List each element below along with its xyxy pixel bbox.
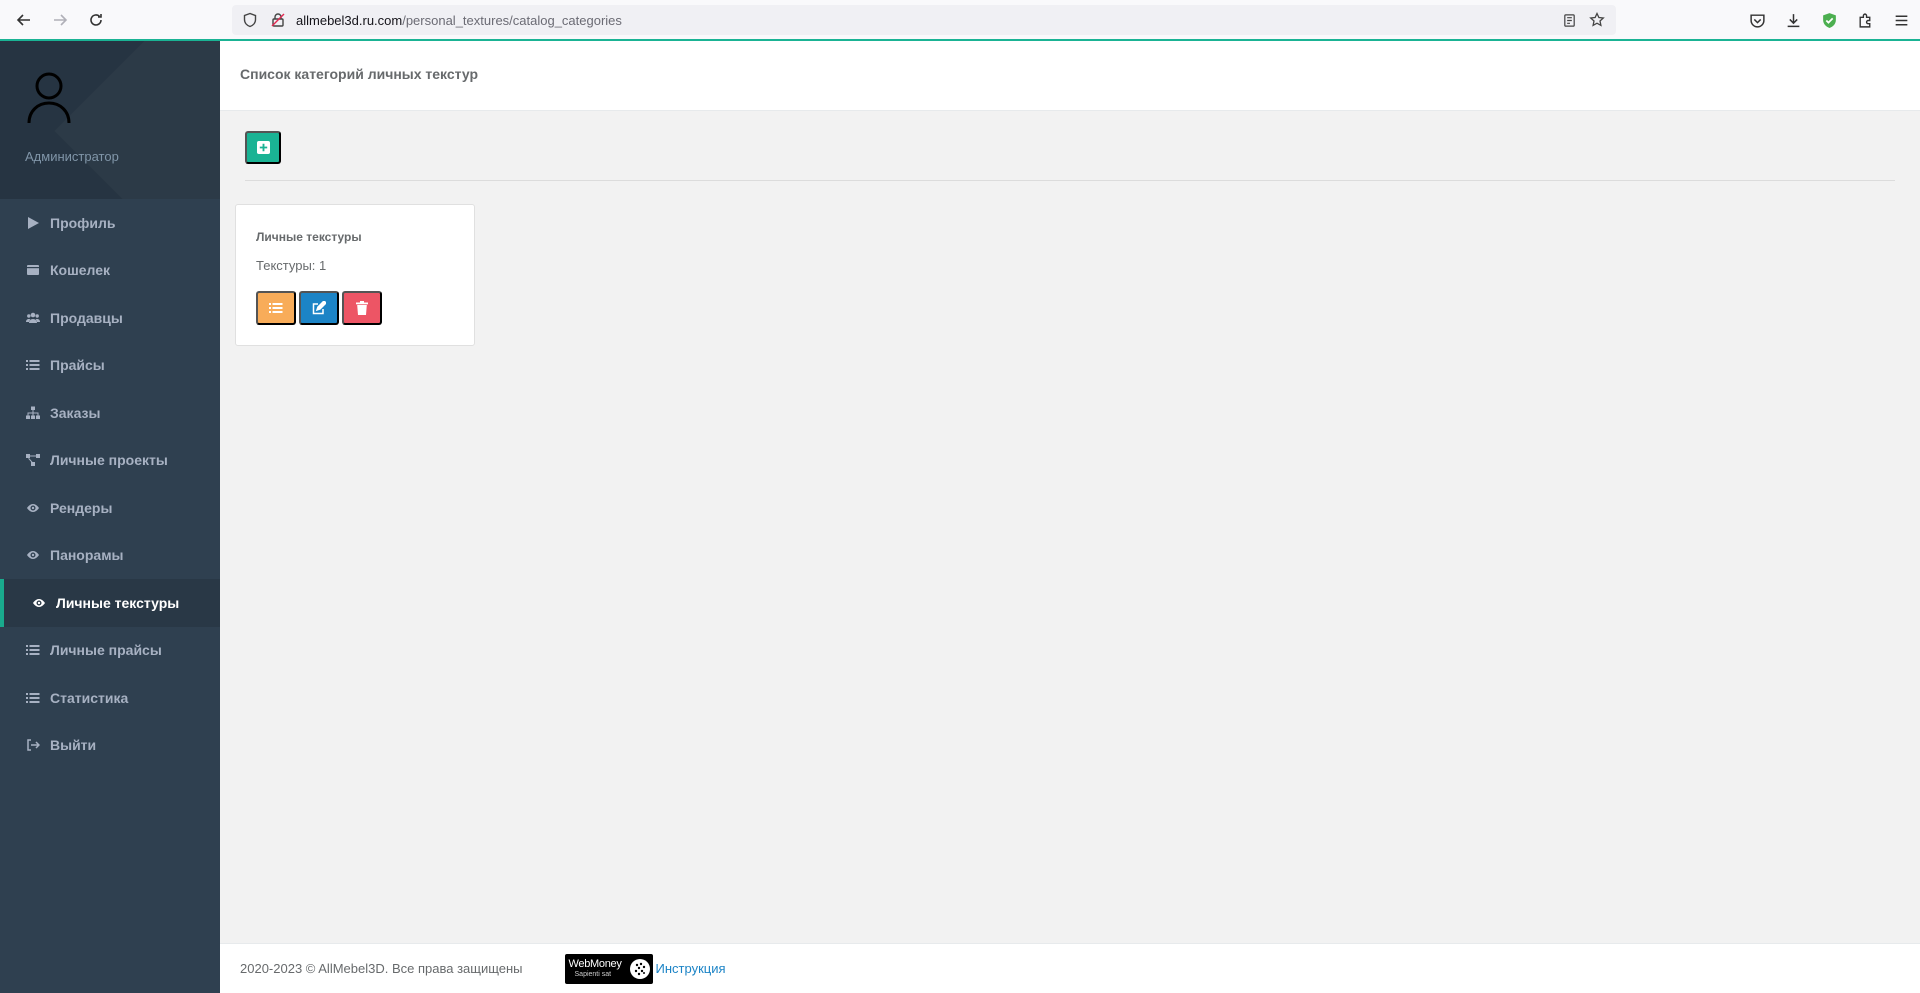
copyright-text: 2020-2023 © AllMebel3D. Все права защище…: [240, 961, 523, 976]
sidebar-item-label: Кошелек: [50, 262, 111, 279]
sidebar-item-label: Прайсы: [50, 357, 105, 374]
webmoney-subtitle: Sapienti sat: [574, 971, 612, 978]
url-bar[interactable]: allmebel3d.ru.com/personal_textures/cata…: [232, 5, 1616, 35]
profile-background-shape: [54, 41, 220, 199]
users-icon: [25, 311, 41, 325]
sidebar-item-label: Личные проекты: [50, 452, 168, 469]
sidebar-item-orders[interactable]: Заказы: [0, 389, 220, 437]
delete-button[interactable]: [342, 291, 382, 325]
sidebar-item-profile[interactable]: Профиль: [0, 199, 220, 247]
sidebar-item-wallet[interactable]: Кошелек: [0, 247, 220, 295]
sidebar-item-label: Продавцы: [50, 309, 123, 326]
url-host: allmebel3d.ru.com: [296, 12, 403, 28]
sidebar-item-label: Личные прайсы: [50, 642, 162, 659]
browser-toolbar: allmebel3d.ru.com/personal_textures/cata…: [0, 0, 1920, 40]
sidebar-item-label: Статистика: [50, 689, 129, 706]
sidebar-item-prices[interactable]: Прайсы: [0, 342, 220, 390]
footer: 2020-2023 © AllMebel3D. Все права защище…: [220, 943, 1920, 993]
edit-icon: [312, 301, 326, 315]
list-icon: [269, 301, 283, 315]
play-icon: [25, 216, 41, 230]
reload-icon[interactable]: [84, 8, 108, 32]
sidebar-item-personal-projects[interactable]: Личные проекты: [0, 437, 220, 485]
edit-button[interactable]: [299, 291, 339, 325]
webmoney-globe-icon: [629, 958, 650, 979]
pocket-icon[interactable]: [1746, 9, 1768, 31]
sign-out-icon: [25, 738, 41, 752]
sidebar-item-logout[interactable]: Выйти: [0, 722, 220, 770]
sidebar-item-personal-textures[interactable]: Личные текстуры: [0, 579, 220, 627]
sidebar-item-statistics[interactable]: Статистика: [0, 674, 220, 722]
sidebar-item-panoramas[interactable]: Панорамы: [0, 532, 220, 580]
forward-arrow-icon[interactable]: [48, 8, 72, 32]
sidebar-item-label: Заказы: [50, 404, 101, 421]
sidebar-item-sellers[interactable]: Продавцы: [0, 294, 220, 342]
url-path: /personal_textures/catalog_categories: [402, 12, 622, 28]
share-nodes-icon: [25, 453, 41, 467]
user-role: Администратор: [25, 149, 119, 164]
instruction-link[interactable]: Инструкция: [656, 961, 726, 976]
sidebar-item-label: Профиль: [50, 214, 116, 231]
back-arrow-icon[interactable]: [12, 8, 36, 32]
view-list-button[interactable]: [256, 291, 296, 325]
webmoney-name: WebMoney: [568, 958, 622, 970]
page-title: Список категорий личных текстур: [240, 66, 479, 82]
webmoney-badge[interactable]: WebMoney Sapienti sat: [564, 953, 653, 984]
sidebar-item-renders[interactable]: Рендеры: [0, 484, 220, 532]
insecure-lock-icon[interactable]: [270, 12, 286, 28]
profile-block: Администратор: [0, 41, 220, 199]
trash-icon: [355, 301, 369, 315]
extensions-puzzle-icon[interactable]: [1854, 9, 1876, 31]
eye-icon: [31, 596, 47, 610]
eye-icon: [25, 548, 41, 562]
user-avatar-icon[interactable]: [26, 71, 72, 125]
category-actions: [256, 291, 382, 325]
category-card: Личные текстуры Текстуры: 1: [235, 204, 475, 346]
page-header: Список категорий личных текстур: [220, 41, 1920, 111]
eye-icon: [25, 501, 41, 515]
category-title: Личные текстуры: [256, 230, 362, 244]
sidebar-menu: Профиль Кошелек Продавцы Прайсы Заказы Л…: [0, 199, 220, 769]
sidebar-item-label: Панорамы: [50, 547, 124, 564]
list-icon: [25, 358, 41, 372]
download-icon[interactable]: [1782, 9, 1804, 31]
sidebar-item-label: Рендеры: [50, 499, 113, 516]
category-texture-count: Текстуры: 1: [256, 258, 327, 273]
sitemap-icon: [25, 406, 41, 420]
sidebar-item-label: Выйти: [50, 737, 97, 754]
hamburger-menu-icon[interactable]: [1890, 9, 1912, 31]
plus-square-icon: [256, 141, 270, 154]
sidebar-item-personal-prices[interactable]: Личные прайсы: [0, 627, 220, 675]
url-text[interactable]: allmebel3d.ru.com/personal_textures/cata…: [296, 13, 622, 28]
reader-view-icon[interactable]: [1560, 11, 1578, 29]
add-category-button[interactable]: [245, 131, 281, 164]
shield-icon[interactable]: [242, 12, 258, 28]
list-icon: [25, 643, 41, 657]
sidebar: Администратор Профиль Кошелек Продавцы П…: [0, 41, 220, 993]
wallet-icon: [25, 263, 41, 277]
list-icon: [25, 691, 41, 705]
bookmark-star-icon[interactable]: [1588, 11, 1606, 29]
adguard-shield-icon[interactable]: [1818, 9, 1840, 31]
divider: [245, 180, 1895, 181]
sidebar-item-label: Личные текстуры: [56, 594, 180, 611]
